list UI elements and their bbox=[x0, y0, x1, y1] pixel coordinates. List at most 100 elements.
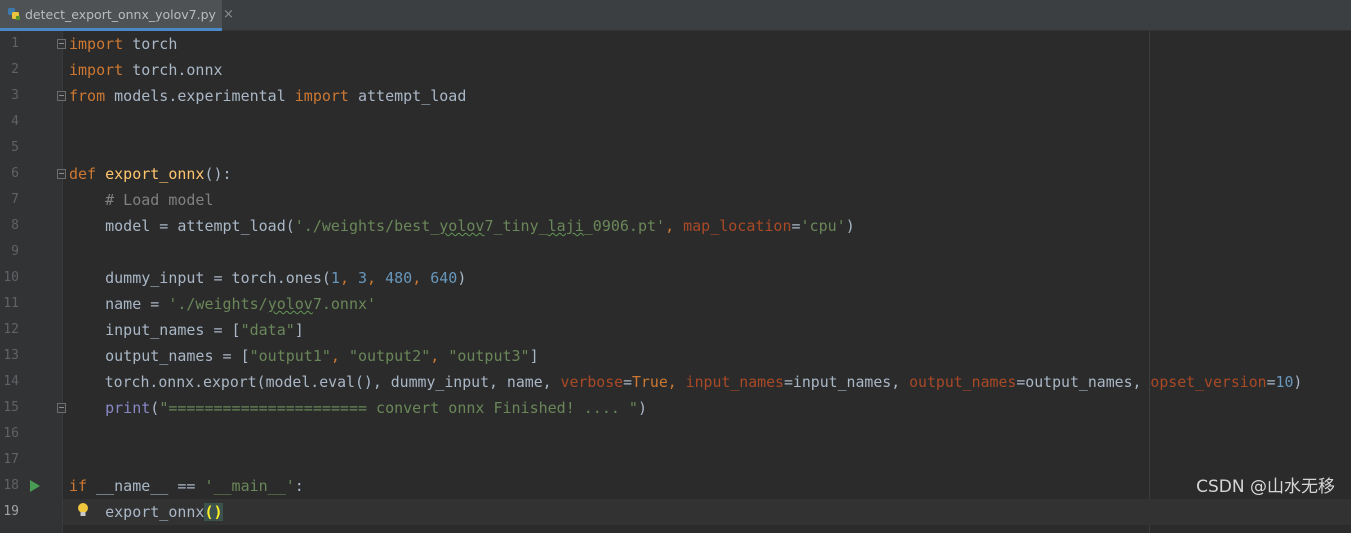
code-segment: output_names = [ bbox=[69, 347, 250, 365]
lightbulb-icon[interactable] bbox=[77, 502, 89, 518]
code-line: 14 torch.onnx.export(model.eval(), dummy… bbox=[0, 369, 1351, 395]
code-text: input_names = ["data"] bbox=[69, 317, 304, 343]
code-segment: dummy_input = torch.ones( bbox=[69, 269, 331, 287]
code-text: def export_onnx(): bbox=[69, 161, 232, 187]
code-segment: __name__ == bbox=[87, 477, 205, 495]
tab-filename: detect_export_onnx_yolov7.py bbox=[25, 6, 216, 22]
code-segment: torch.onnx bbox=[123, 61, 223, 79]
code-line: 18 if __name__ == '__main__': bbox=[0, 473, 1351, 499]
code-line: 3 from models.experimental import attemp… bbox=[0, 83, 1351, 109]
code-line: 6 def export_onnx(): bbox=[0, 161, 1351, 187]
code-segment: model = attempt_load( bbox=[69, 217, 295, 235]
comma: , bbox=[367, 269, 386, 287]
keyword: True bbox=[632, 373, 668, 391]
code-segment: ) bbox=[457, 269, 467, 287]
comment: # Load model bbox=[69, 191, 214, 209]
code-line: 15 print("====================== convert… bbox=[0, 395, 1351, 421]
code-segment: = bbox=[1266, 373, 1276, 391]
line-number: 17 bbox=[3, 452, 19, 467]
code-line: 9 bbox=[0, 239, 1351, 265]
code-segment: models.experimental bbox=[105, 87, 295, 105]
line-number: 1 bbox=[11, 36, 19, 51]
code-segment: ) bbox=[845, 217, 855, 235]
code-text: from models.experimental import attempt_… bbox=[69, 83, 466, 109]
string-literal: './weights/ bbox=[168, 295, 268, 313]
code-line: 17 bbox=[0, 447, 1351, 473]
code-segment: : bbox=[294, 477, 304, 495]
code-segment: attempt_load bbox=[348, 87, 467, 105]
string-literal: '__main__' bbox=[204, 477, 295, 495]
code-line: 4 bbox=[0, 109, 1351, 135]
keyword-argument: verbose bbox=[560, 373, 624, 391]
line-number: 14 bbox=[3, 374, 19, 389]
code-segment: input_names = [ bbox=[69, 321, 241, 339]
code-line: 8 model = attempt_load('./weights/best_y… bbox=[0, 213, 1351, 239]
code-segment: ) bbox=[637, 399, 647, 417]
line-number: 13 bbox=[3, 348, 19, 363]
line-number: 11 bbox=[3, 296, 19, 311]
code-segment: =output_names, bbox=[1016, 373, 1151, 391]
line-number: 8 bbox=[11, 218, 19, 233]
python-file-icon bbox=[8, 8, 20, 20]
code-text: import torch bbox=[69, 31, 177, 57]
code-line: 10 dummy_input = torch.ones(1, 3, 480, 6… bbox=[0, 265, 1351, 291]
string-literal: yolov bbox=[267, 295, 313, 313]
code-text: name = './weights/yolov7.onnx' bbox=[69, 291, 376, 317]
code-text: dummy_input = torch.ones(1, 3, 480, 640) bbox=[69, 265, 466, 291]
watermark: CSDN @山水无移 bbox=[1196, 477, 1335, 497]
string-literal: './weights/best_ bbox=[294, 217, 440, 235]
keyword: import bbox=[69, 35, 124, 53]
code-line: 13 output_names = ["output1", "output2",… bbox=[0, 343, 1351, 369]
code-text: torch.onnx.export(model.eval(), dummy_in… bbox=[69, 369, 1303, 395]
line-number: 10 bbox=[3, 270, 19, 285]
keyword: if bbox=[69, 477, 88, 495]
comma: , bbox=[665, 217, 684, 235]
code-line: 5 bbox=[0, 135, 1351, 161]
string-literal: "output3" bbox=[448, 347, 530, 365]
code-segment: ] bbox=[294, 321, 304, 339]
comma: , bbox=[430, 347, 449, 365]
code-segment: ] bbox=[529, 347, 539, 365]
line-number: 5 bbox=[11, 140, 19, 155]
code-line: 11 name = './weights/yolov7.onnx' bbox=[0, 291, 1351, 317]
comma: , bbox=[330, 347, 349, 365]
string-literal: 7.onnx' bbox=[312, 295, 377, 313]
code-text: # Load model bbox=[69, 187, 214, 213]
comma: , bbox=[339, 269, 358, 287]
line-number: 19 bbox=[3, 504, 19, 519]
string-literal: "output2" bbox=[348, 347, 431, 365]
code-line: 12 input_names = ["data"] bbox=[0, 317, 1351, 343]
editor-tab-bar: detect_export_onnx_yolov7.py × bbox=[0, 0, 1351, 31]
keyword-argument: input_names bbox=[685, 373, 784, 391]
number-literal: 640 bbox=[430, 269, 458, 287]
code-segment: name = bbox=[69, 295, 169, 313]
line-number: 7 bbox=[11, 192, 19, 207]
code-segment: ) bbox=[1293, 373, 1303, 391]
number-literal: 10 bbox=[1275, 373, 1294, 391]
code-segment: =input_names, bbox=[783, 373, 910, 391]
number-literal: 480 bbox=[385, 269, 413, 287]
line-number: 2 bbox=[11, 62, 19, 77]
code-text: import torch.onnx bbox=[69, 57, 223, 83]
line-number: 9 bbox=[11, 244, 19, 259]
code-line: 16 bbox=[0, 421, 1351, 447]
code-line: 1 import torch bbox=[0, 31, 1351, 57]
code-editor[interactable]: 1 import torch 2 import torch.onnx 3 fro… bbox=[0, 31, 1351, 533]
string-literal: yolov bbox=[439, 217, 485, 235]
number-literal: 3 bbox=[358, 269, 368, 287]
code-segment: (): bbox=[204, 165, 232, 183]
comma: , bbox=[412, 269, 431, 287]
code-text: output_names = ["output1", "output2", "o… bbox=[69, 343, 539, 369]
close-icon[interactable]: × bbox=[223, 7, 234, 22]
code-line: 2 import torch.onnx bbox=[0, 57, 1351, 83]
code-segment: = bbox=[791, 217, 801, 235]
number-literal: 1 bbox=[330, 269, 340, 287]
keyword-argument: map_location bbox=[683, 217, 792, 235]
line-number: 6 bbox=[11, 166, 19, 181]
editor-tab[interactable]: detect_export_onnx_yolov7.py × bbox=[0, 0, 234, 31]
line-number: 18 bbox=[3, 478, 19, 493]
code-text: export_onnx() bbox=[69, 499, 223, 525]
line-number: 16 bbox=[3, 426, 19, 441]
